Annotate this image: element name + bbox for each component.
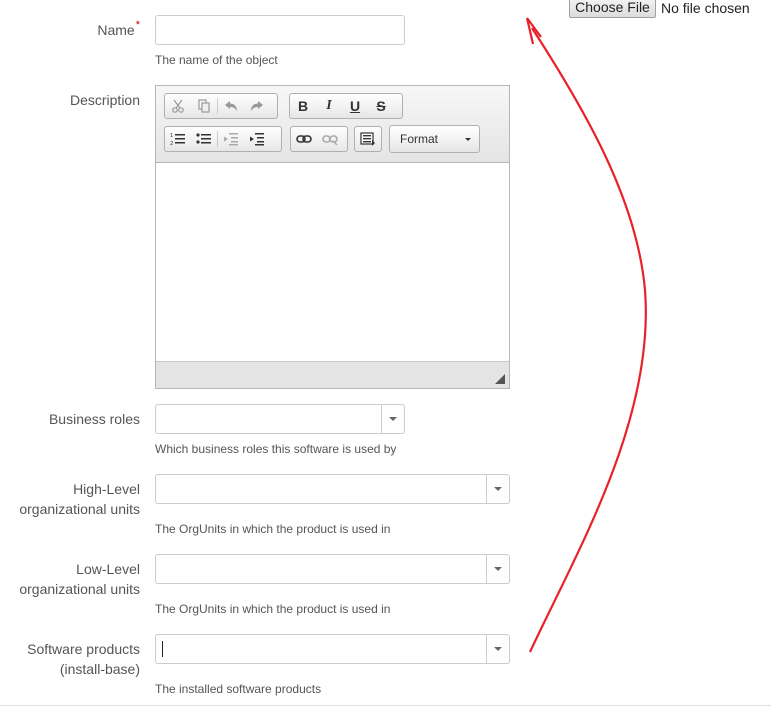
annotation-arrow-icon [525,17,647,653]
